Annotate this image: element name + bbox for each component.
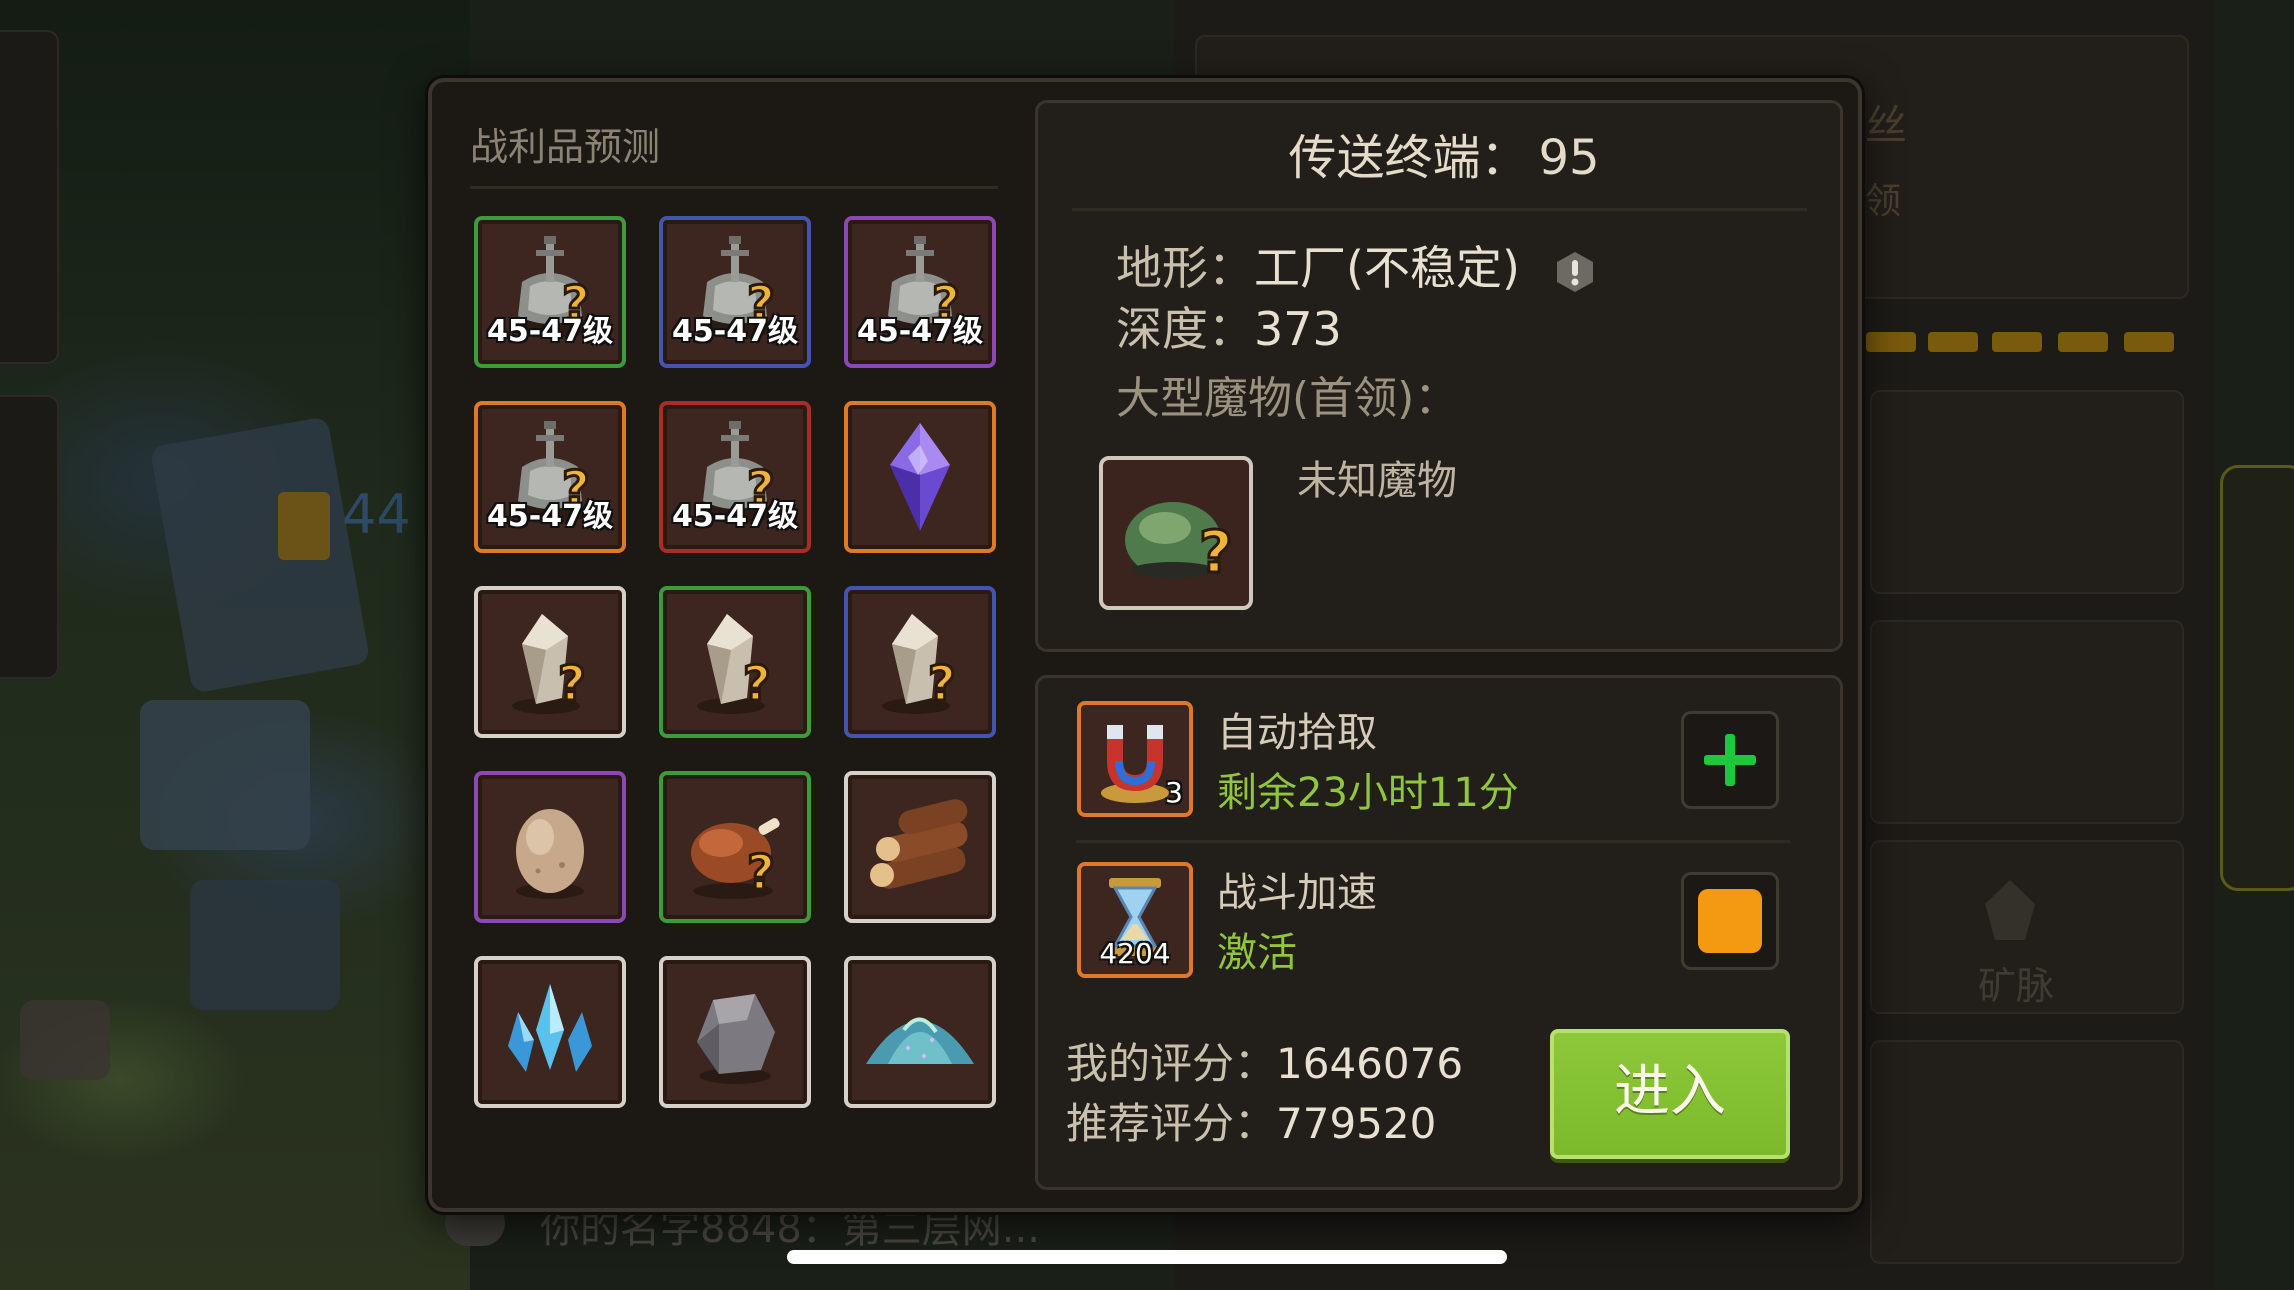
- progress-dash: [1866, 332, 1916, 352]
- right-edge-card: [2220, 465, 2294, 891]
- background-box: [1870, 390, 2184, 594]
- crystal-mystery-icon: ?: [882, 614, 957, 714]
- sand-pile-icon: [866, 1017, 974, 1064]
- svg-text:?: ?: [1199, 518, 1233, 586]
- my-score-value: 1646076: [1276, 1039, 1464, 1088]
- item-level-label: 45-47级: [857, 314, 983, 349]
- left-side-card: [0, 395, 59, 679]
- background-number: 44: [342, 483, 411, 546]
- crystal-mystery-icon: ?: [512, 614, 587, 714]
- progress-dash: [2058, 332, 2108, 352]
- loot-item[interactable]: ?: [659, 586, 811, 738]
- plus-icon: [1704, 734, 1756, 786]
- item-level-label: 45-47级: [487, 499, 613, 534]
- purple-crystal-icon: [890, 423, 950, 531]
- battle-speed-name: 战斗加速: [1217, 870, 1377, 916]
- terminal-title-label: 传送终端：: [1288, 130, 1529, 186]
- crystal-mystery-icon: ?: [697, 614, 772, 714]
- stone-ore-icon: [697, 994, 775, 1084]
- warning-hex-icon[interactable]: [1553, 250, 1597, 294]
- mine-vein-label: 矿脉: [1978, 964, 2055, 1008]
- add-auto-pickup-button[interactable]: [1681, 711, 1779, 809]
- battle-speed-count: 4204: [1099, 937, 1171, 970]
- wood-logs-icon: [870, 799, 968, 889]
- my-score-label: 我的评分：: [1066, 1039, 1277, 1088]
- toggle-indicator: [1698, 889, 1762, 953]
- depth-line: 深度：373: [1116, 293, 1342, 359]
- left-side-card: [0, 30, 59, 364]
- item-level-label: 45-47级: [672, 314, 798, 349]
- egg-icon: [516, 809, 584, 899]
- divider: [1072, 208, 1807, 211]
- terminal-title: 传送终端： 95: [1035, 118, 1843, 188]
- battle-speed-status: 激活: [1217, 930, 1297, 976]
- loot-item[interactable]: ? 45-47级: [474, 216, 626, 368]
- roast-chicken-mystery-icon: ?: [691, 818, 780, 903]
- boss-label: 大型魔物(首领)：: [1116, 373, 1459, 424]
- loot-item[interactable]: ?: [659, 771, 811, 923]
- svg-text:?: ?: [928, 656, 956, 712]
- progress-dash: [2124, 332, 2174, 352]
- rock: [20, 1000, 110, 1080]
- item-level-label: 45-47级: [487, 314, 613, 349]
- auto-pickup-count: 3: [1165, 776, 1183, 809]
- loot-item[interactable]: ? 45-47级: [844, 216, 996, 368]
- background-box: [1870, 1040, 2184, 1264]
- svg-text:?: ?: [558, 656, 586, 712]
- banner-icon: [278, 492, 330, 560]
- boss-name: 未知魔物: [1297, 458, 1457, 504]
- recommended-score-label: 推荐评分：: [1066, 1099, 1277, 1148]
- terrain-value: 工厂(不稳定): [1254, 241, 1520, 295]
- my-score-line: 我的评分：1646076: [1066, 1030, 1463, 1091]
- background-faint-label: 领: [1865, 181, 1902, 222]
- auto-pickup-slot[interactable]: 3: [1077, 701, 1193, 817]
- terrain-label: 地形：: [1116, 241, 1254, 295]
- terrain-line: 地形：工厂(不稳定): [1116, 232, 1597, 298]
- auto-pickup-name: 自动拾取: [1217, 710, 1377, 756]
- loot-item[interactable]: ?: [474, 586, 626, 738]
- background-box: [1870, 620, 2184, 824]
- terminal-title-value: 95: [1538, 130, 1600, 186]
- divider: [470, 186, 998, 189]
- battle-speed-slot[interactable]: 4204: [1077, 862, 1193, 978]
- loot-item[interactable]: ? 45-47级: [659, 216, 811, 368]
- recommended-score-value: 779520: [1276, 1099, 1437, 1148]
- auto-pickup-status: 剩余23小时11分: [1217, 770, 1519, 816]
- svg-text:?: ?: [743, 656, 771, 712]
- svg-text:?: ?: [747, 845, 775, 901]
- boss-portrait[interactable]: ?: [1099, 456, 1253, 610]
- loot-item[interactable]: ? 45-47级: [474, 401, 626, 553]
- loot-item[interactable]: [844, 771, 996, 923]
- depth-label: 深度：: [1116, 302, 1254, 356]
- item-level-label: 45-47级: [672, 499, 798, 534]
- loot-item[interactable]: ?: [844, 586, 996, 738]
- loot-prediction-title: 战利品预测: [470, 125, 661, 169]
- loot-item[interactable]: [844, 956, 996, 1108]
- loot-item[interactable]: ? 45-47级: [659, 401, 811, 553]
- background-faint-label: 丝: [1865, 101, 1908, 150]
- depth-value: 373: [1254, 302, 1342, 356]
- loot-item[interactable]: [474, 771, 626, 923]
- loot-item[interactable]: [844, 401, 996, 553]
- battle-speed-toggle[interactable]: [1681, 872, 1779, 970]
- progress-dash: [1928, 332, 1978, 352]
- progress-dash: [1992, 332, 2042, 352]
- recommended-score-line: 推荐评分：779520: [1066, 1090, 1436, 1151]
- blue-crystal-cluster-icon: [508, 984, 592, 1072]
- loot-item[interactable]: [474, 956, 626, 1108]
- divider: [1076, 840, 1790, 843]
- enter-button[interactable]: 进入: [1550, 1029, 1790, 1159]
- loot-item[interactable]: [659, 956, 811, 1108]
- rock: [190, 880, 340, 1010]
- unknown-monster-icon: ?: [1125, 502, 1234, 588]
- rock: [140, 700, 310, 850]
